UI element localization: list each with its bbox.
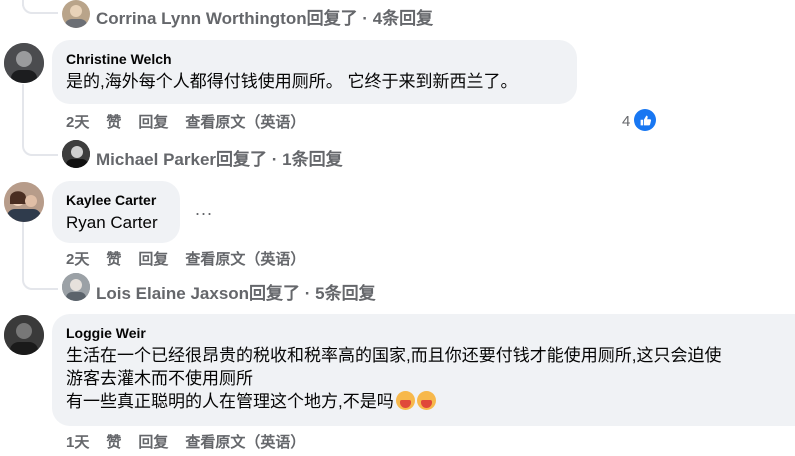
see-original-button[interactable]: 查看原文（英语） — [185, 248, 305, 269]
reply-button[interactable]: 回复 — [138, 248, 168, 269]
thread-elbow — [22, 0, 58, 14]
avatar[interactable] — [4, 43, 44, 83]
avatar[interactable] — [62, 273, 90, 301]
reply-summary-link[interactable]: Lois Elaine Jaxson回复了 · 5条回复 — [96, 279, 376, 304]
like-button[interactable]: 赞 — [106, 431, 121, 452]
avatar[interactable] — [4, 182, 44, 222]
comment-author[interactable]: Loggie Weir — [66, 324, 783, 342]
thumbs-up-icon[interactable] — [634, 109, 656, 131]
comment-text: 是的,海外每个人都得付钱使用厕所。 它终于来到新西兰了。 — [66, 72, 518, 91]
avatar[interactable] — [62, 0, 90, 28]
reply-button[interactable]: 回复 — [138, 111, 168, 132]
see-original-button[interactable]: 查看原文（英语） — [185, 431, 305, 452]
mentioned-user-link[interactable]: Ryan Carter — [66, 212, 166, 233]
comment-text: 有一些真正聪明的人在管理这个地方,不是吗 — [66, 392, 394, 411]
comment-bubble: Kaylee Carter Ryan Carter — [52, 181, 180, 243]
like-button[interactable]: 赞 — [106, 248, 121, 269]
comment-timestamp[interactable]: 2天 — [66, 111, 89, 132]
facepalm-emoji-icon — [416, 391, 436, 410]
facepalm-emoji-icon — [395, 391, 415, 410]
comment-timestamp[interactable]: 2天 — [66, 248, 89, 269]
reaction-count[interactable]: 4 — [622, 113, 630, 130]
comment-text: 生活在一个已经很昂贵的税收和税率高的国家,而且你还要付钱才能使用厕所,这只会迫使 — [66, 346, 722, 365]
comment-author[interactable]: Kaylee Carter — [66, 191, 166, 209]
comment-bubble: Christine Welch 是的,海外每个人都得付钱使用厕所。 它终于来到新… — [52, 40, 577, 104]
comment-text: 游客去灌木而不使用厕所 — [66, 369, 253, 388]
more-options-button[interactable]: ... — [195, 199, 213, 220]
reply-button[interactable]: 回复 — [138, 431, 168, 452]
comment-timestamp[interactable]: 1天 — [66, 431, 89, 452]
comment-author[interactable]: Christine Welch — [66, 50, 563, 68]
avatar[interactable] — [62, 140, 90, 168]
comment-actions: 1天 赞 回复 查看原文（英语） — [66, 431, 322, 452]
comment-text-with-emoji: 有一些真正聪明的人在管理这个地方,不是吗 — [66, 391, 783, 412]
avatar[interactable] — [4, 315, 44, 355]
reply-summary-link[interactable]: Michael Parker回复了 · 1条回复 — [96, 145, 343, 170]
comment-bubble: Loggie Weir 生活在一个已经很昂贵的税收和税率高的国家,而且你还要付钱… — [52, 314, 795, 426]
like-button[interactable]: 赞 — [106, 111, 121, 132]
comment-actions: 2天 赞 回复 查看原文（英语） — [66, 111, 322, 132]
thread-elbow — [22, 84, 58, 156]
reply-summary-link[interactable]: Corrina Lynn Worthington回复了 · 4条回复 — [96, 4, 433, 29]
comment-actions: 2天 赞 回复 查看原文（英语） — [66, 248, 322, 269]
see-original-button[interactable]: 查看原文（英语） — [185, 111, 305, 132]
